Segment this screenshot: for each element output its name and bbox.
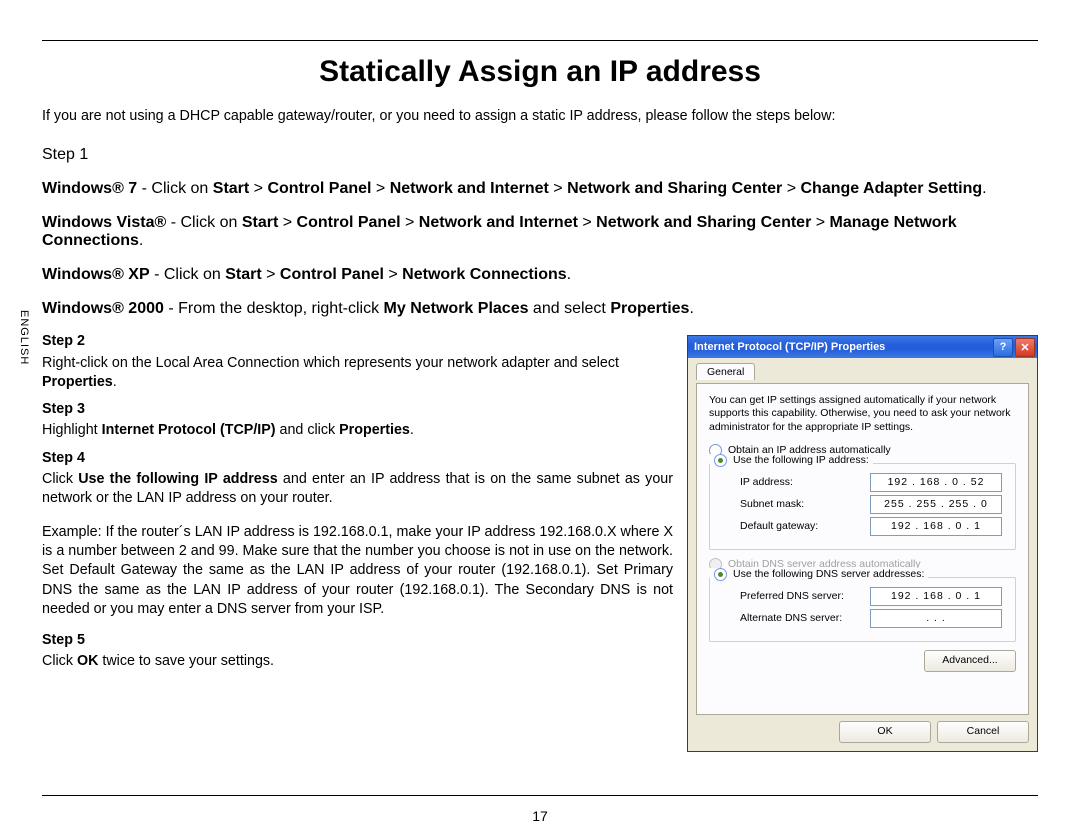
step4-text: Click Use the following IP address and e… <box>42 470 673 509</box>
tab-general[interactable]: General <box>696 363 755 380</box>
input-ip-address[interactable]: 192 . 168 . 0 . 52 <box>870 473 1002 492</box>
label-default-gateway: Default gateway: <box>740 520 870 532</box>
os-2000: Windows® 2000 <box>42 300 164 317</box>
top-rule <box>42 40 1038 41</box>
step1-label: Step 1 <box>42 146 1038 164</box>
step1-xp: Windows® XP - Click on Start > Control P… <box>42 266 1038 284</box>
tcpip-properties-dialog: Internet Protocol (TCP/IP) Properties ? … <box>687 335 1038 752</box>
dns-group: Use the following DNS server addresses: … <box>709 577 1016 642</box>
os-win7: Windows® 7 <box>42 180 137 197</box>
ok-button[interactable]: OK <box>839 721 931 743</box>
radio-use-ip-row[interactable]: Use the following IP address: <box>710 454 873 467</box>
language-label: ENGLISH <box>18 310 30 365</box>
instructions-column: Step 2 Right-click on the Local Area Con… <box>42 332 673 752</box>
dialog-description: You can get IP settings assigned automat… <box>709 394 1016 433</box>
input-alternate-dns[interactable]: . . . <box>870 609 1002 628</box>
step3-label: Step 3 <box>42 400 673 419</box>
dialog-titlebar[interactable]: Internet Protocol (TCP/IP) Properties ? … <box>688 336 1037 358</box>
step1-vista: Windows Vista® - Click on Start > Contro… <box>42 214 1038 250</box>
close-button[interactable]: ✕ <box>1015 338 1035 357</box>
radio-icon <box>714 568 727 581</box>
step5-text: Click OK twice to save your settings. <box>42 652 673 671</box>
label-alternate-dns: Alternate DNS server: <box>740 612 870 624</box>
label-ip-address: IP address: <box>740 476 870 488</box>
radio-use-ip-label: Use the following IP address: <box>733 454 869 466</box>
ip-group: Use the following IP address: IP address… <box>709 463 1016 550</box>
input-preferred-dns[interactable]: 192 . 168 . 0 . 1 <box>870 587 1002 606</box>
help-icon: ? <box>1000 341 1007 353</box>
intro-text: If you are not using a DHCP capable gate… <box>42 107 1038 126</box>
radio-use-dns-row[interactable]: Use the following DNS server addresses: <box>710 568 928 581</box>
input-default-gateway[interactable]: 192 . 168 . 0 . 1 <box>870 517 1002 536</box>
help-button[interactable]: ? <box>993 338 1013 357</box>
radio-use-dns-label: Use the following DNS server addresses: <box>733 568 924 580</box>
close-icon: ✕ <box>1020 341 1029 354</box>
step1-win7: Windows® 7 - Click on Start > Control Pa… <box>42 180 1038 198</box>
label-subnet-mask: Subnet mask: <box>740 498 870 510</box>
page-title: Statically Assign an IP address <box>42 55 1038 89</box>
advanced-button[interactable]: Advanced... <box>924 650 1016 672</box>
os-xp: Windows® XP <box>42 266 150 283</box>
step2-label: Step 2 <box>42 332 673 351</box>
step4-example: Example: If the router´s LAN IP address … <box>42 523 673 619</box>
os-vista: Windows Vista® <box>42 214 166 231</box>
step1-block: Step 1 Windows® 7 - Click on Start > Con… <box>42 146 1038 318</box>
step4-label: Step 4 <box>42 449 673 468</box>
label-preferred-dns: Preferred DNS server: <box>740 590 870 602</box>
step1-2000: Windows® 2000 - From the desktop, right-… <box>42 300 1038 318</box>
dialog-title: Internet Protocol (TCP/IP) Properties <box>694 341 885 353</box>
input-subnet-mask[interactable]: 255 . 255 . 255 . 0 <box>870 495 1002 514</box>
step5-label: Step 5 <box>42 631 673 650</box>
bottom-rule <box>42 795 1038 796</box>
cancel-button[interactable]: Cancel <box>937 721 1029 743</box>
radio-icon <box>714 454 727 467</box>
step2-text: Right-click on the Local Area Connection… <box>42 354 673 393</box>
step3-text: Highlight Internet Protocol (TCP/IP) and… <box>42 421 673 440</box>
page-number: 17 <box>0 808 1080 824</box>
